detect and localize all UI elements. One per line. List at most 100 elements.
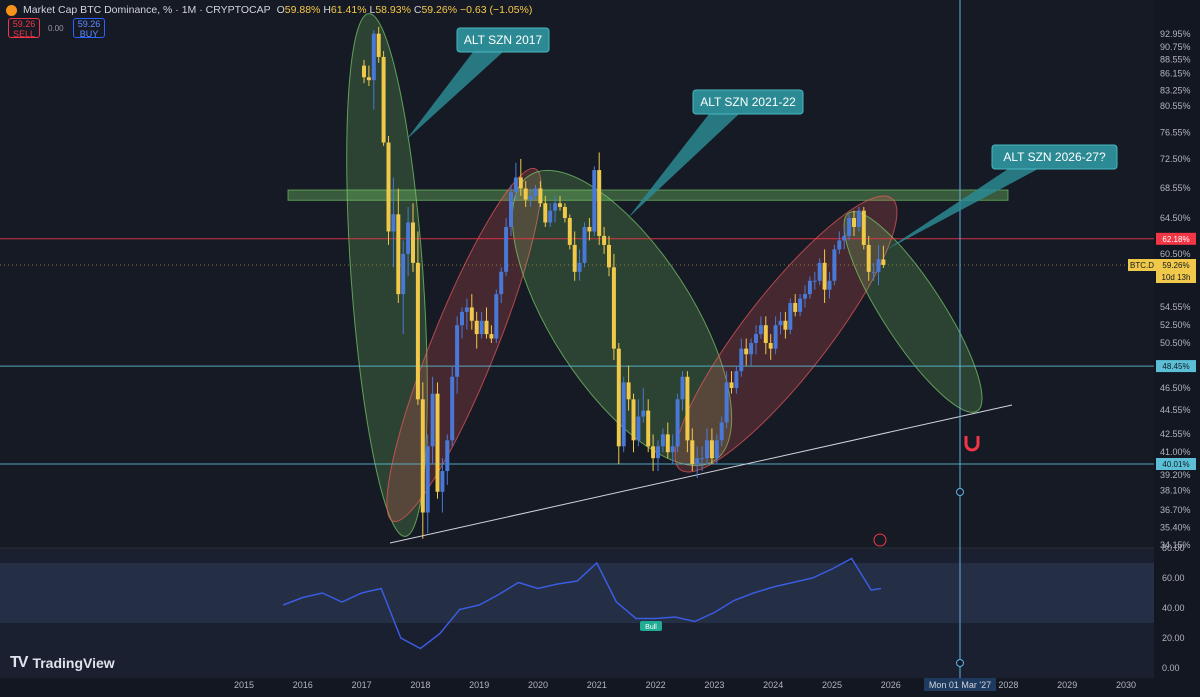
rsi-y-tick-label: 0.00 bbox=[1162, 663, 1180, 673]
y-tick-label: 83.25% bbox=[1160, 85, 1191, 95]
x-tick-label: 2019 bbox=[469, 680, 489, 690]
y-tick-label: 42.55% bbox=[1160, 429, 1191, 439]
candle-body bbox=[817, 262, 822, 281]
candle-body bbox=[362, 65, 366, 78]
candle-body bbox=[856, 210, 861, 227]
y-tick-label: 41.00% bbox=[1160, 447, 1191, 457]
callout-label: ALT SZN 2026-27? bbox=[1003, 150, 1106, 164]
candle-body bbox=[562, 206, 567, 218]
y-tick-label: 80.55% bbox=[1160, 101, 1191, 111]
candle-body bbox=[749, 343, 754, 355]
candle-body bbox=[719, 422, 724, 441]
candle-body bbox=[464, 307, 469, 312]
countdown-label: 10d 13h bbox=[1162, 273, 1191, 282]
candle-body bbox=[636, 416, 641, 441]
candle-body bbox=[832, 249, 837, 281]
candle-body bbox=[450, 376, 455, 441]
candle-body bbox=[798, 298, 803, 312]
candle-body bbox=[582, 226, 587, 263]
x-tick-label: 2030 bbox=[1116, 680, 1136, 690]
candle-body bbox=[533, 188, 538, 196]
crosshair-date-label: Mon 01 Mar '27 bbox=[929, 680, 991, 690]
candle-body bbox=[621, 382, 626, 447]
candle-body bbox=[597, 170, 602, 236]
tradingview-logo[interactable]: TV TradingView bbox=[10, 654, 115, 672]
candle-body bbox=[695, 458, 700, 465]
candle-body bbox=[656, 446, 660, 459]
rsi-y-tick-label: 80.00 bbox=[1162, 543, 1185, 553]
candle-body bbox=[646, 410, 651, 447]
candle-body bbox=[518, 177, 523, 189]
candle-body bbox=[852, 218, 856, 227]
candle-body bbox=[729, 382, 734, 389]
candle-body bbox=[714, 440, 719, 459]
callout-label: ALT SZN 2021-22 bbox=[700, 95, 796, 109]
candle-body bbox=[513, 177, 518, 193]
candle-body bbox=[827, 280, 832, 290]
candle-body bbox=[553, 203, 558, 211]
y-tick-label: 35.40% bbox=[1160, 523, 1191, 533]
candle-body bbox=[567, 218, 572, 245]
callout-pointer bbox=[886, 169, 1038, 250]
candle-body bbox=[548, 210, 553, 223]
candle-body bbox=[709, 440, 714, 459]
x-tick-label: 2023 bbox=[704, 680, 724, 690]
magnet-icon bbox=[964, 436, 980, 452]
candle-body bbox=[842, 235, 847, 241]
callout-label: ALT SZN 2017 bbox=[464, 33, 543, 47]
candle-body bbox=[509, 192, 513, 227]
candle-body bbox=[538, 188, 543, 204]
last-price-label: 59.26% bbox=[1162, 261, 1189, 270]
brand-name: TradingView bbox=[32, 655, 115, 671]
candle-body bbox=[758, 325, 763, 335]
candle-body bbox=[435, 393, 440, 492]
candle-body bbox=[572, 244, 577, 272]
tradingview-icon: TV bbox=[10, 654, 29, 671]
candle-body bbox=[685, 376, 690, 441]
candle-body bbox=[876, 259, 881, 272]
support-price-label: 48.45% bbox=[1162, 362, 1189, 371]
candle-body bbox=[607, 244, 611, 268]
candle-body bbox=[866, 244, 871, 272]
candle-body bbox=[420, 399, 425, 513]
candle-body bbox=[430, 393, 435, 447]
x-tick-label: 2025 bbox=[822, 680, 842, 690]
symbol-price-label: BTC.D bbox=[1130, 261, 1154, 270]
candle-body bbox=[386, 142, 391, 232]
candle-body bbox=[411, 222, 415, 263]
candle-body bbox=[523, 188, 528, 200]
x-tick-label: 2028 bbox=[998, 680, 1018, 690]
candle-body bbox=[803, 294, 807, 299]
candle-body bbox=[665, 434, 670, 453]
candle-body bbox=[793, 303, 798, 312]
candle-body bbox=[788, 303, 793, 330]
rsi-y-tick-label: 20.00 bbox=[1162, 633, 1185, 643]
candle-body bbox=[754, 334, 758, 343]
candle-body bbox=[381, 56, 386, 143]
candle-body bbox=[371, 33, 376, 81]
candle-body bbox=[406, 222, 411, 254]
chart-canvas[interactable]: 92.95% 90.75% 88.55% 86.15% 83.25% 80.55% 76.5… bbox=[0, 0, 1200, 697]
candle-body bbox=[778, 320, 783, 326]
crosshair-point bbox=[956, 659, 964, 667]
y-tick-label: 50.50% bbox=[1160, 338, 1191, 348]
y-tick-label: 86.15% bbox=[1160, 68, 1191, 78]
x-tick-label: 2024 bbox=[763, 680, 783, 690]
candle-body bbox=[773, 325, 778, 349]
bull-marker-label: Bull bbox=[645, 624, 657, 631]
candle-body bbox=[616, 348, 621, 447]
support-price-label: 40.01% bbox=[1162, 460, 1189, 469]
x-tick-label: 2015 bbox=[234, 680, 254, 690]
candle-body bbox=[680, 376, 685, 400]
candle-body bbox=[391, 214, 396, 232]
y-tick-label: 38.10% bbox=[1160, 485, 1191, 495]
candle-body bbox=[499, 271, 504, 295]
y-tick-label: 46.50% bbox=[1160, 383, 1191, 393]
candle-body bbox=[543, 203, 548, 223]
y-tick-label: 68.55% bbox=[1160, 183, 1191, 193]
candle-body bbox=[401, 253, 406, 295]
crosshair-point bbox=[956, 488, 964, 496]
candle-body bbox=[455, 325, 460, 377]
candle-body bbox=[763, 325, 768, 343]
x-tick-label: 2029 bbox=[1057, 680, 1077, 690]
